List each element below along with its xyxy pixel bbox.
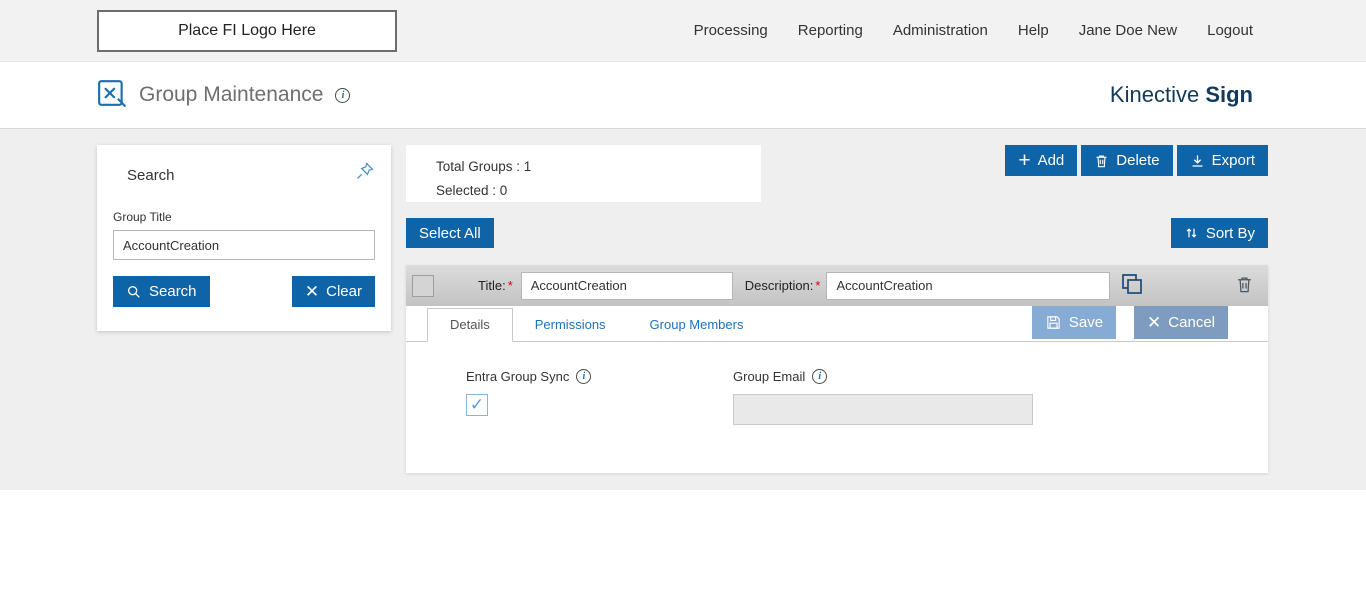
selected-count: Selected : 0 — [436, 179, 761, 203]
sort-by-label: Sort By — [1206, 225, 1255, 242]
total-groups-count: Total Groups : 1 — [436, 155, 761, 179]
top-bar: Place FI Logo Here Processing Reporting … — [0, 0, 1366, 62]
fi-logo-placeholder: Place FI Logo Here — [97, 10, 397, 52]
nav-item-administration[interactable]: Administration — [893, 22, 988, 39]
delete-button-label: Delete — [1116, 152, 1159, 169]
group-email-label: Group Email — [733, 369, 805, 384]
group-title-search-input[interactable] — [113, 230, 375, 260]
tab-group-members[interactable]: Group Members — [628, 309, 766, 341]
group-email-info-icon[interactable]: i — [812, 369, 827, 384]
add-button[interactable]: + Add — [1005, 145, 1077, 176]
select-all-label: Select All — [419, 225, 481, 242]
checkmark-icon: ✓ — [470, 395, 484, 415]
export-button-label: Export — [1212, 152, 1255, 169]
title-label: Title:* — [478, 278, 513, 293]
editor-tabs: Details Permissions Group Members Save ✕ — [406, 306, 1268, 342]
close-icon: ✕ — [1147, 314, 1161, 331]
save-button-label: Save — [1069, 314, 1103, 331]
tab-permissions[interactable]: Permissions — [513, 309, 628, 341]
entra-group-sync-info-icon[interactable]: i — [576, 369, 591, 384]
delete-button[interactable]: Delete — [1081, 145, 1172, 176]
close-icon: ✕ — [305, 283, 319, 300]
nav-item-help[interactable]: Help — [1018, 22, 1049, 39]
main-panel: Total Groups : 1 Selected : 0 + Add Dele… — [406, 145, 1268, 473]
details-tab-content: Entra Group Sync i ✓ Group Email i — [406, 342, 1268, 473]
nav-item-user[interactable]: Jane Doe New — [1079, 22, 1177, 39]
brand-logo: Kinective Sign — [1110, 82, 1253, 108]
search-panel: Search Group Title Search ✕ Clear — [97, 145, 391, 331]
top-navigation: Processing Reporting Administration Help… — [694, 22, 1253, 39]
row-checkbox[interactable] — [412, 275, 434, 297]
trash-icon — [1235, 274, 1254, 298]
nav-item-reporting[interactable]: Reporting — [798, 22, 863, 39]
add-button-label: Add — [1038, 152, 1065, 169]
tab-details[interactable]: Details — [427, 308, 513, 342]
plus-icon: + — [1018, 150, 1030, 171]
nav-item-processing[interactable]: Processing — [694, 22, 768, 39]
description-label: Description:* — [745, 278, 821, 293]
clear-button[interactable]: ✕ Clear — [292, 276, 375, 307]
trash-icon — [1094, 153, 1109, 169]
title-input[interactable] — [521, 272, 733, 300]
search-panel-title: Search — [127, 167, 175, 184]
brand-secondary: Sign — [1205, 82, 1253, 107]
description-input[interactable] — [826, 272, 1110, 300]
brand-primary: Kinective — [1110, 82, 1199, 107]
select-all-button[interactable]: Select All — [406, 218, 494, 248]
pin-icon[interactable] — [355, 161, 375, 186]
clear-button-label: Clear — [326, 283, 362, 300]
page-title-wrap: Group Maintenance i — [97, 78, 350, 113]
content-area: Search Group Title Search ✕ Clear — [0, 129, 1366, 490]
group-title-label: Group Title — [113, 210, 375, 224]
search-button-label: Search — [149, 283, 197, 300]
group-editor: Title:* Description:* — [406, 265, 1268, 473]
group-row: Title:* Description:* — [406, 265, 1268, 306]
save-button[interactable]: Save — [1032, 306, 1116, 339]
sort-arrows-icon — [1184, 225, 1199, 241]
description-required-marker: * — [815, 278, 820, 293]
search-button[interactable]: Search — [113, 276, 210, 307]
title-required-marker: * — [508, 278, 513, 293]
page-title: Group Maintenance — [139, 83, 323, 107]
export-button[interactable]: Export — [1177, 145, 1268, 176]
group-summary: Total Groups : 1 Selected : 0 — [406, 145, 761, 202]
entra-group-sync-label: Entra Group Sync — [466, 369, 569, 384]
floppy-icon — [1045, 314, 1062, 331]
cancel-button[interactable]: ✕ Cancel — [1134, 306, 1228, 339]
group-email-input — [733, 394, 1033, 425]
page-header: Group Maintenance i Kinective Sign — [0, 62, 1366, 129]
download-icon — [1190, 153, 1205, 169]
sort-by-button[interactable]: Sort By — [1171, 218, 1268, 248]
row-delete-button[interactable] — [1235, 274, 1254, 298]
group-maintenance-icon — [97, 78, 127, 113]
copy-icon — [1120, 272, 1144, 299]
cancel-button-label: Cancel — [1168, 314, 1215, 331]
group-toolbar: + Add Delete — [1005, 145, 1268, 176]
fi-logo-text: Place FI Logo Here — [178, 22, 316, 40]
nav-item-logout[interactable]: Logout — [1207, 22, 1253, 39]
copy-button[interactable] — [1120, 272, 1144, 299]
page-info-icon[interactable]: i — [335, 88, 350, 103]
entra-group-sync-checkbox[interactable]: ✓ — [466, 394, 488, 416]
